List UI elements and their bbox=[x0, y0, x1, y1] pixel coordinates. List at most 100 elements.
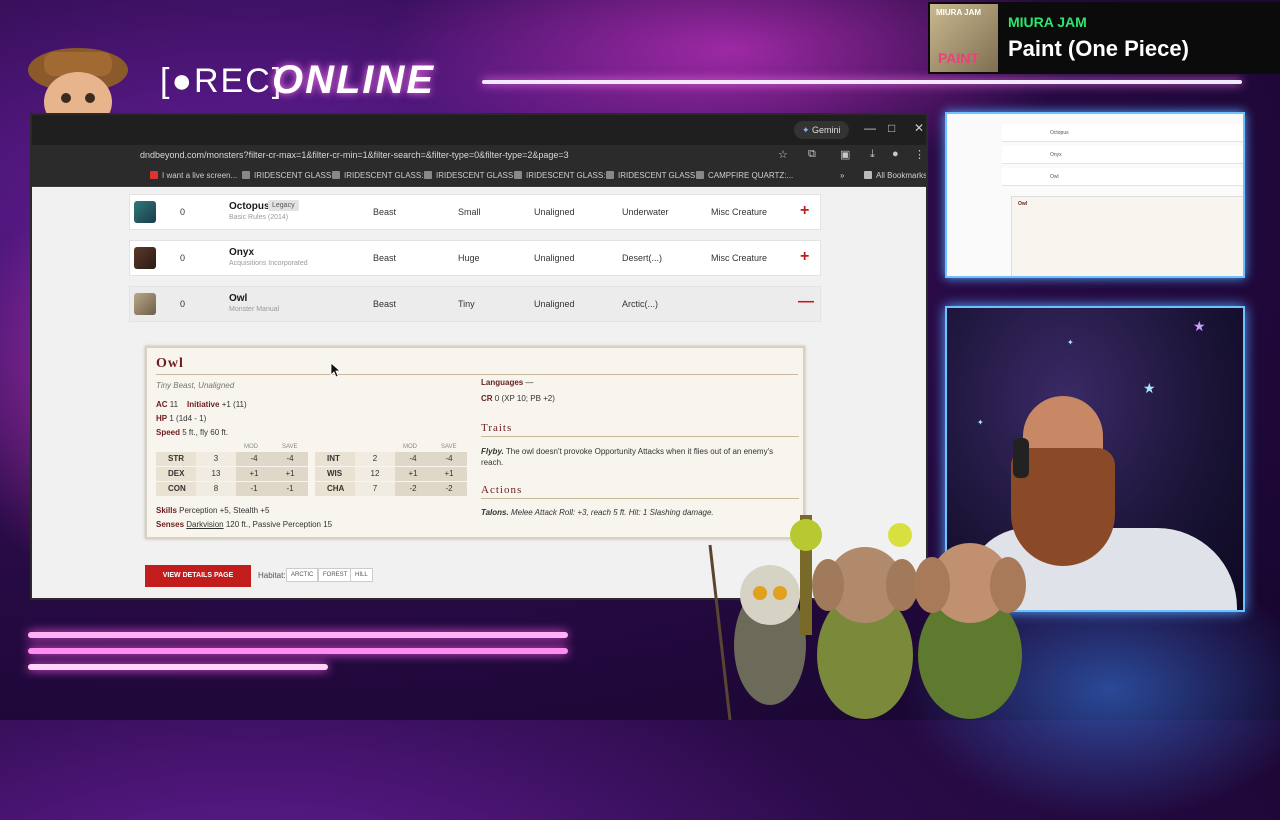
monster-thumbnail bbox=[134, 293, 156, 315]
bookmark-item[interactable]: IRIDESCENT GLASS:... bbox=[424, 171, 522, 180]
bookmark-item[interactable]: IRIDESCENT GLASS:... bbox=[606, 171, 704, 180]
skills-line: Skills Perception +5, Stealth +5 bbox=[156, 506, 270, 515]
habitat-tag[interactable]: FOREST bbox=[318, 568, 353, 582]
star-icon: ✦ bbox=[977, 418, 984, 427]
monster-habitat: Arctic(...) bbox=[622, 299, 658, 309]
preview-row: Owl bbox=[1002, 168, 1243, 186]
monster-habitat: Desert(...) bbox=[622, 253, 663, 263]
ability-save: -4 bbox=[272, 452, 308, 466]
monster-source: Monster Manual bbox=[229, 306, 280, 313]
ability-table-right: INT 2 -4 -4 WIS 12 +1 +1 CHA 7 -2 -2 bbox=[315, 452, 467, 498]
download-icon[interactable]: ⤓ bbox=[870, 148, 875, 161]
darkvision-link[interactable]: Darkvision bbox=[186, 520, 223, 529]
monster-name[interactable]: Octopus bbox=[229, 201, 270, 212]
monster-thumbnail bbox=[134, 247, 156, 269]
owl-stat-block: Owl Tiny Beast, Unaligned AC 11 Initiati… bbox=[145, 346, 805, 539]
statblock-title: Owl bbox=[156, 356, 184, 371]
bookmark-favicon-icon bbox=[150, 171, 158, 179]
monster-row-octopus[interactable]: 0 Octopus Legacy Basic Rules (2014) Beas… bbox=[129, 194, 821, 230]
address-bar[interactable]: dndbeyond.com/monsters?filter-cr-max=1&f… bbox=[32, 145, 926, 167]
mouse-cursor-icon bbox=[330, 362, 342, 378]
preview-row: Octopus bbox=[1002, 124, 1243, 142]
monster-row-onyx[interactable]: 0 Onyx Acquisitions Incorporated Beast H… bbox=[129, 240, 821, 276]
save-header: SAVE bbox=[441, 444, 457, 450]
habitat-tag[interactable]: HILL bbox=[350, 568, 373, 582]
preview-row: Onyx bbox=[1002, 146, 1243, 164]
monster-row-owl[interactable]: 0 Owl Monster Manual Beast Tiny Unaligne… bbox=[129, 286, 821, 322]
monster-size: Tiny bbox=[458, 299, 475, 309]
extensions-icon[interactable]: ⧉ bbox=[808, 148, 816, 161]
bookmark-star-icon[interactable]: ☆ bbox=[778, 148, 788, 161]
neon-bar bbox=[28, 648, 568, 654]
ability-mod: -1 bbox=[236, 482, 272, 496]
divider bbox=[481, 498, 799, 499]
ability-score: 7 bbox=[355, 482, 395, 496]
expand-icon[interactable]: + bbox=[800, 248, 809, 266]
ability-save: +1 bbox=[272, 467, 308, 481]
monster-extra: Misc Creature bbox=[711, 207, 768, 217]
bookmark-favicon-icon bbox=[332, 171, 340, 179]
habitat-tag[interactable]: ARCTIC bbox=[286, 568, 319, 582]
now-playing-widget: MIURA JAM PAINT MIURA JAM Paint (One Pie… bbox=[928, 2, 1280, 74]
neon-bar bbox=[28, 632, 568, 638]
now-playing-title: Paint (One Piece) bbox=[1008, 36, 1189, 61]
senses-line: Senses Darkvision 120 ft., Passive Perce… bbox=[156, 520, 333, 529]
bookmark-item[interactable]: I want a live screen... bbox=[150, 171, 237, 180]
monster-habitat: Underwater bbox=[622, 207, 669, 217]
monster-size: Small bbox=[458, 207, 481, 217]
ability-name: INT bbox=[315, 452, 355, 466]
browser-titlebar: ✦ Gemini — □ ✕ bbox=[32, 115, 926, 145]
monster-source: Acquisitions Incorporated bbox=[229, 260, 308, 267]
gemini-label: Gemini bbox=[812, 125, 841, 135]
bookmark-item[interactable]: IRIDESCENT GLASS:... bbox=[242, 171, 340, 180]
minimize-icon[interactable]: — bbox=[864, 121, 876, 135]
monster-name[interactable]: Owl bbox=[229, 293, 247, 304]
trait-flyby: Flyby. The owl doesn't provoke Opportuni… bbox=[481, 447, 774, 467]
collapse-icon[interactable]: — bbox=[798, 293, 814, 311]
gemini-icon: ✦ bbox=[802, 125, 813, 135]
url-text[interactable]: dndbeyond.com/monsters?filter-cr-max=1&f… bbox=[140, 150, 569, 160]
close-icon[interactable]: ✕ bbox=[914, 121, 924, 135]
more-bookmarks-icon[interactable]: » bbox=[840, 171, 844, 180]
ac-initiative-line: AC 11 Initiative +1 (11) bbox=[156, 400, 247, 409]
ability-name: STR bbox=[156, 452, 196, 466]
bookmark-item[interactable]: CAMPFIRE QUARTZ:... bbox=[696, 171, 793, 180]
monster-alignment: Unaligned bbox=[534, 253, 575, 263]
save-header: SAVE bbox=[282, 444, 298, 450]
maximize-icon[interactable]: □ bbox=[888, 121, 895, 135]
monster-cr: 0 bbox=[180, 253, 186, 263]
album-cover-top-text: MIURA JAM bbox=[936, 8, 982, 17]
star-icon: ★ bbox=[1143, 380, 1156, 396]
view-details-button[interactable]: VIEW DETAILS PAGE bbox=[145, 565, 251, 587]
languages-line: Languages — bbox=[481, 378, 534, 387]
screen-share-icon[interactable]: ▣ bbox=[840, 148, 850, 161]
menu-icon[interactable]: ⋮ bbox=[914, 148, 925, 161]
bookmark-item[interactable]: IRIDESCENT GLASS:... bbox=[514, 171, 612, 180]
ability-score: 3 bbox=[196, 452, 236, 466]
expand-icon[interactable]: + bbox=[800, 202, 809, 220]
monster-name[interactable]: Onyx bbox=[229, 247, 254, 258]
ability-name: WIS bbox=[315, 467, 355, 481]
ability-score: 2 bbox=[355, 452, 395, 466]
divider bbox=[481, 436, 799, 437]
ability-mod: +1 bbox=[236, 467, 272, 481]
monster-extra: Misc Creature bbox=[711, 253, 768, 263]
ability-table-left: STR 3 -4 -4 DEX 13 +1 +1 CON 8 -1 -1 bbox=[156, 452, 308, 498]
ability-mod: +1 bbox=[395, 467, 431, 481]
neon-divider bbox=[482, 80, 1242, 84]
ability-name: CON bbox=[156, 482, 196, 496]
speed-line: Speed 5 ft., fly 60 ft. bbox=[156, 428, 229, 437]
statblock-type: Tiny Beast, Unaligned bbox=[156, 381, 235, 390]
ability-name: CHA bbox=[315, 482, 355, 496]
bookmark-favicon-icon bbox=[242, 171, 250, 179]
headphones bbox=[1013, 438, 1029, 478]
gemini-button[interactable]: ✦ Gemini bbox=[794, 121, 849, 139]
profile-icon[interactable]: ● bbox=[892, 148, 899, 160]
bookmarks-bar: I want a live screen... IRIDESCENT GLASS… bbox=[32, 167, 926, 187]
monster-alignment: Unaligned bbox=[534, 299, 575, 309]
all-bookmarks[interactable]: All Bookmarks bbox=[864, 171, 926, 180]
ability-name: DEX bbox=[156, 467, 196, 481]
cr-line: CR 0 (XP 10; PB +2) bbox=[481, 394, 555, 403]
bookmark-item[interactable]: IRIDESCENT GLASS:... bbox=[332, 171, 430, 180]
neon-bar bbox=[28, 664, 328, 670]
